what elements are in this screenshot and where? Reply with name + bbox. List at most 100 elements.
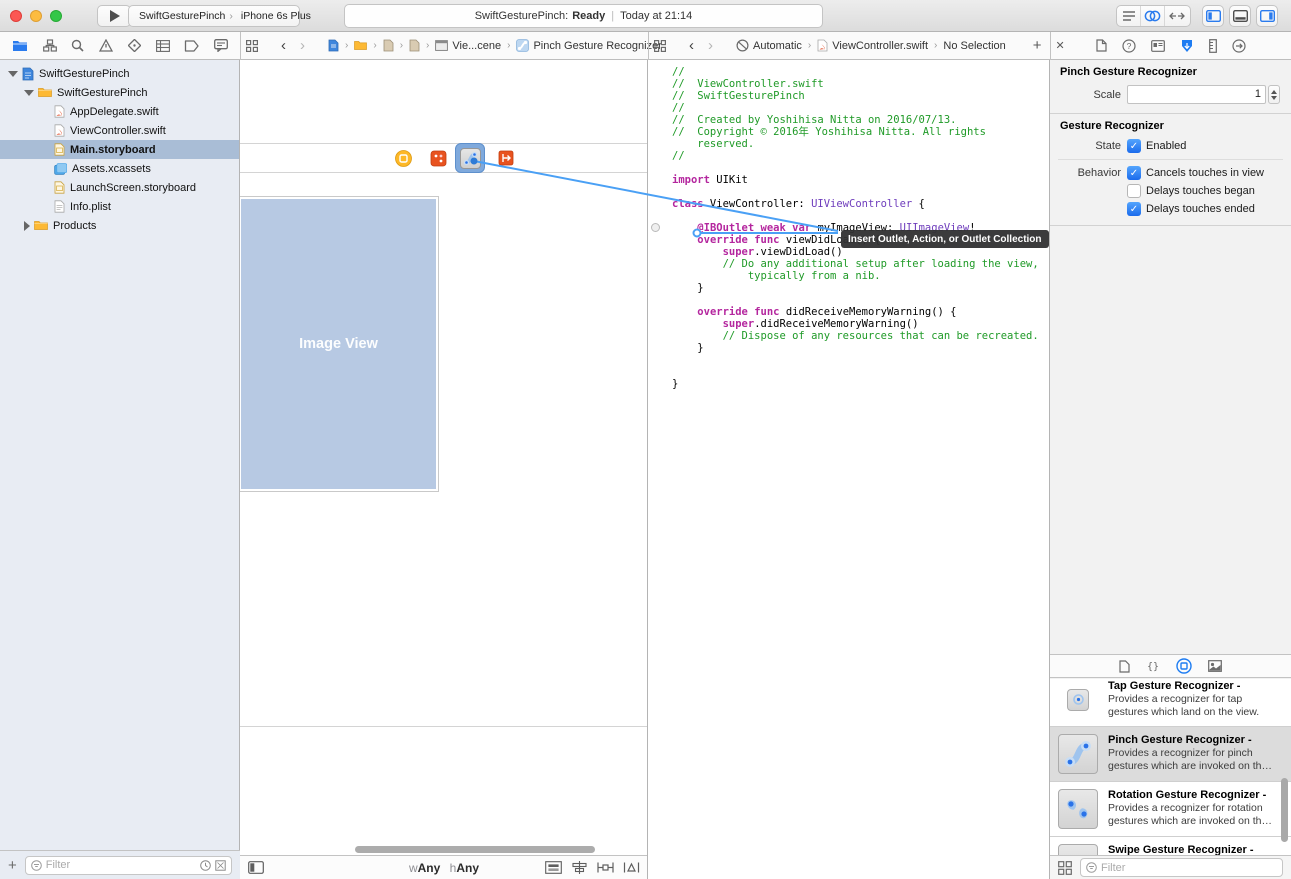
resolve-auto-layout-icon[interactable] (623, 861, 640, 874)
first-responder-dock-icon[interactable] (430, 150, 447, 167)
file-tree-item-info-plist[interactable]: Info.plist (0, 197, 239, 216)
align-icon[interactable] (571, 861, 588, 874)
test-navigator-tab[interactable] (128, 39, 141, 52)
close-window-button[interactable] (10, 10, 22, 22)
canvas-horizontal-scrollbar[interactable] (355, 846, 595, 853)
jumpbar-scene[interactable]: Vie...cene (452, 40, 501, 52)
file-tree-item-launchscreen-storyboard[interactable]: LaunchScreen.storyboard (0, 178, 239, 197)
file-inspector-tab[interactable] (1096, 39, 1107, 52)
enabled-checkbox[interactable]: ✓ (1127, 139, 1141, 153)
file-tree-item-swiftgesturepinch[interactable]: SwiftGesturePinch (0, 64, 239, 83)
standard-editor-button[interactable] (1117, 6, 1141, 26)
code-line[interactable]: } (648, 378, 1050, 390)
file-template-library-tab[interactable] (1119, 660, 1130, 673)
code-line[interactable]: // Created by Yoshihisa Nitta on 2016/07… (648, 114, 1050, 126)
scheme-selector[interactable]: SwiftGesturePinch › iPhone 6s Plus (128, 5, 300, 27)
code-line[interactable] (648, 210, 1050, 222)
assistant-code-editor[interactable]: //// ViewController.swift// SwiftGesture… (648, 60, 1050, 879)
checkbox-delays-touches-ended[interactable]: ✓ (1127, 202, 1141, 216)
disclosure-triangle[interactable] (24, 90, 34, 96)
code-line[interactable]: super.didReceiveMemoryWarning() (648, 318, 1050, 330)
exit-dock-icon[interactable] (498, 150, 514, 166)
recent-files-icon[interactable] (200, 860, 211, 871)
file-tree-item-main-storyboard[interactable]: Main.storyboard (0, 140, 239, 159)
attributes-inspector-tab[interactable] (1180, 39, 1194, 53)
toggle-debug-area-button[interactable] (1229, 5, 1251, 27)
code-line[interactable]: reserved. (648, 138, 1050, 150)
disclosure-triangle[interactable] (8, 71, 18, 77)
view-controller-scene-icon[interactable] (435, 40, 448, 51)
add-file-button[interactable]: + (8, 857, 17, 874)
folder-icon[interactable] (354, 40, 367, 51)
navigator-filter-field[interactable]: Filter (25, 856, 232, 875)
pinch-gesture-icon[interactable] (516, 39, 529, 52)
code-line[interactable] (648, 354, 1050, 366)
disclosure-triangle[interactable] (24, 221, 30, 231)
code-line[interactable]: } (648, 342, 1050, 354)
code-line[interactable]: import UIKit (648, 174, 1050, 186)
identity-inspector-tab[interactable] (1151, 40, 1165, 52)
code-line[interactable]: // Dispose of any resources that can be … (648, 330, 1050, 342)
code-line[interactable]: // Copyright © 2016年 Yoshihisa Nitta. Al… (648, 126, 1050, 138)
embed-in-stack-icon[interactable] (545, 861, 562, 874)
file-tree-item-products[interactable]: Products (0, 216, 239, 235)
code-line[interactable]: } (648, 282, 1050, 294)
toggle-navigator-button[interactable] (1202, 5, 1224, 27)
view-controller-dock-icon[interactable] (395, 150, 412, 167)
back-button[interactable]: ‹ (689, 37, 694, 54)
issue-navigator-tab[interactable] (99, 39, 113, 52)
related-items-icon[interactable] (246, 40, 258, 52)
code-line[interactable]: // ViewController.swift (648, 78, 1050, 90)
library-item-pinch-gesture-recognizer[interactable]: Pinch Gesture Recognizer -Provides a rec… (1050, 727, 1291, 782)
code-line[interactable]: class ViewController: UIViewController { (648, 198, 1050, 210)
code-line[interactable]: override func didReceiveMemoryWarning() … (648, 306, 1050, 318)
storyboard-doc-icon[interactable] (409, 39, 420, 52)
forward-button[interactable]: › (708, 37, 713, 54)
jumpbar-mode[interactable]: Automatic (753, 40, 802, 52)
checkbox-cancels-touches-in-view[interactable]: ✓ (1127, 166, 1141, 180)
jumpbar-file[interactable]: ViewController.swift (832, 40, 928, 52)
version-editor-button[interactable] (1165, 6, 1189, 26)
media-library-tab[interactable] (1208, 660, 1222, 672)
quick-help-inspector-tab[interactable]: ? (1122, 39, 1136, 53)
code-line[interactable]: // (648, 150, 1050, 162)
library-item-tap-gesture-recognizer[interactable]: Tap Gesture Recognizer -Provides a recog… (1050, 679, 1291, 727)
scale-input[interactable]: 1 (1127, 85, 1266, 104)
automatic-mode-icon[interactable] (736, 39, 749, 52)
library-scrollbar[interactable] (1281, 778, 1288, 842)
storyboard-doc-icon[interactable] (383, 39, 394, 52)
code-line[interactable]: // Do any additional setup after loading… (648, 258, 1050, 270)
library-view-mode-icon[interactable] (1058, 861, 1072, 875)
source-control-status-icon[interactable] (215, 860, 226, 871)
add-assistant-editor-button[interactable]: + (1033, 37, 1042, 54)
jumpbar-selection[interactable]: Pinch Gesture Recognizer (533, 40, 661, 52)
back-button[interactable]: ‹ (281, 37, 286, 54)
size-inspector-tab[interactable] (1209, 39, 1217, 53)
object-library-tab[interactable] (1176, 658, 1192, 674)
connections-inspector-tab[interactable] (1232, 39, 1246, 53)
symbol-navigator-tab[interactable] (43, 39, 57, 52)
library-item-rotation-gesture-recognizer[interactable]: Rotation Gesture Recognizer -Provides a … (1050, 782, 1291, 837)
file-tree-item-swiftgesturepinch[interactable]: SwiftGesturePinch (0, 83, 239, 102)
code-line[interactable]: typically from a nib. (648, 270, 1050, 282)
file-tree-item-viewcontroller-swift[interactable]: ViewController.swift (0, 121, 239, 140)
code-line[interactable]: // (648, 66, 1050, 78)
interface-builder-canvas[interactable]: Image View wAny hAny (240, 60, 648, 879)
file-tree-item-assets-xcassets[interactable]: Assets.xcassets (0, 159, 239, 178)
code-line[interactable]: // (648, 102, 1050, 114)
jumpbar-selection[interactable]: No Selection (943, 40, 1005, 52)
run-button[interactable] (97, 5, 131, 27)
pin-icon[interactable] (597, 861, 614, 874)
library-item-swipe-gesture-recognizer[interactable]: Swipe Gesture Recognizer - (1050, 837, 1291, 855)
zoom-window-button[interactable] (50, 10, 62, 22)
library-filter-field[interactable]: Filter (1080, 858, 1283, 877)
toggle-inspector-button[interactable] (1256, 5, 1278, 27)
forward-button[interactable]: › (300, 37, 305, 54)
breakpoint-navigator-tab[interactable] (184, 40, 199, 52)
swift-file-icon[interactable] (817, 39, 828, 52)
file-tree-item-appdelegate-swift[interactable]: AppDelegate.swift (0, 102, 239, 121)
search-navigator-tab[interactable] (71, 39, 84, 52)
image-view[interactable]: Image View (240, 196, 439, 492)
code-line[interactable] (648, 186, 1050, 198)
minimize-window-button[interactable] (30, 10, 42, 22)
